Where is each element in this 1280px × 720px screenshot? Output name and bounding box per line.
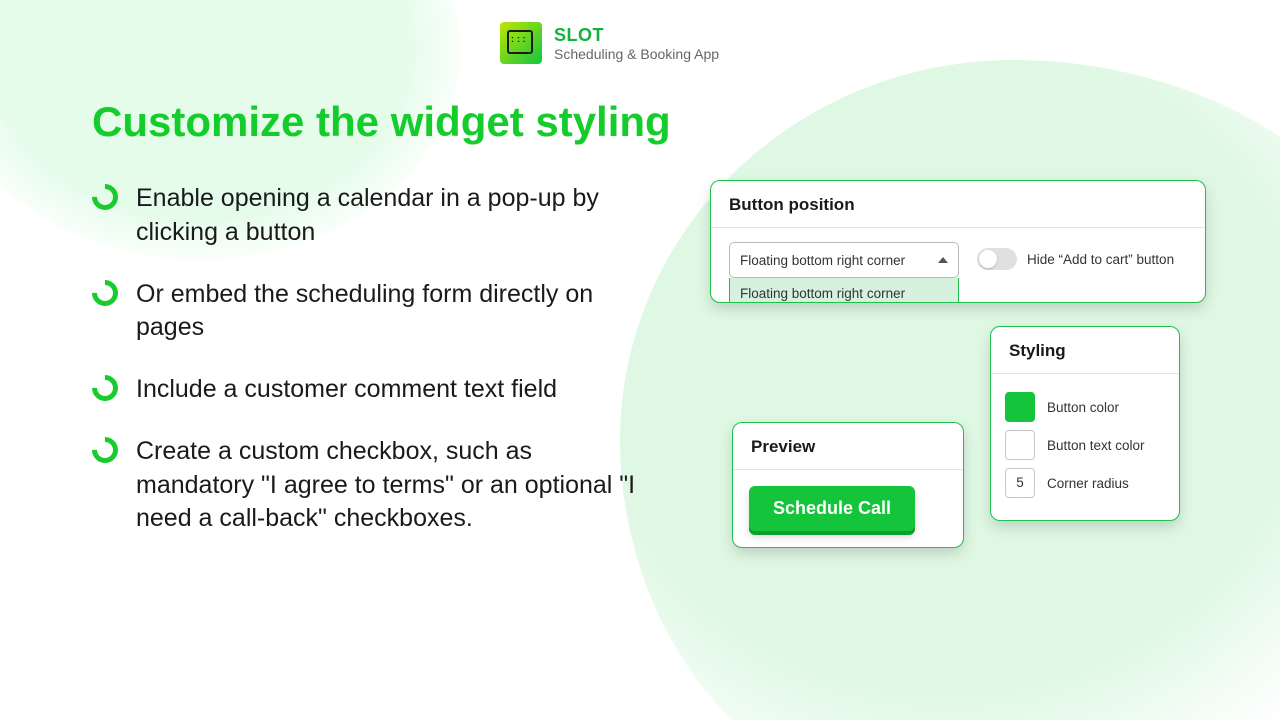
card-styling: Styling Button color Button text color 5…: [990, 326, 1180, 521]
card-preview: Preview Schedule Call: [732, 422, 964, 548]
chevron-up-icon: [938, 257, 948, 263]
select-option[interactable]: Floating bottom right corner: [730, 278, 958, 303]
card-heading: Button position: [711, 181, 1205, 228]
brand-subtitle: Scheduling & Booking App: [554, 46, 719, 62]
select-field[interactable]: Floating bottom right corner: [729, 242, 959, 278]
bullet-ring-icon: [87, 274, 124, 311]
corner-radius-label: Corner radius: [1047, 476, 1129, 491]
toggle-label: Hide “Add to cart” button: [1027, 252, 1174, 267]
card-heading: Preview: [733, 423, 963, 470]
text-color-swatch[interactable]: [1005, 430, 1035, 460]
list-item-text: Include a customer comment text field: [136, 373, 557, 407]
select-value: Floating bottom right corner: [740, 253, 905, 268]
list-item: Enable opening a calendar in a pop-up by…: [92, 182, 647, 250]
text-color-row: Button text color: [1005, 430, 1165, 460]
brand-title: SLOT: [554, 25, 719, 46]
corner-radius-input[interactable]: 5: [1005, 468, 1035, 498]
slot-logo-icon: : : :: [500, 22, 542, 64]
schedule-call-button[interactable]: Schedule Call: [749, 486, 915, 531]
list-item: Include a customer comment text field: [92, 373, 647, 407]
brand-text: SLOT Scheduling & Booking App: [554, 25, 719, 62]
text-color-label: Button text color: [1047, 438, 1145, 453]
bullet-ring-icon: [87, 370, 124, 407]
bullet-ring-icon: [87, 179, 124, 216]
list-item-text: Or embed the scheduling form directly on…: [136, 278, 647, 346]
card-button-position: Button position Floating bottom right co…: [710, 180, 1206, 303]
hide-add-to-cart-row: Hide “Add to cart” button: [977, 242, 1174, 270]
button-color-label: Button color: [1047, 400, 1119, 415]
list-item: Or embed the scheduling form directly on…: [92, 278, 647, 346]
hide-add-to-cart-toggle[interactable]: [977, 248, 1017, 270]
corner-radius-row: 5 Corner radius: [1005, 468, 1165, 498]
button-color-row: Button color: [1005, 392, 1165, 422]
page-title: Customize the widget styling: [92, 98, 671, 146]
list-item-text: Enable opening a calendar in a pop-up by…: [136, 182, 647, 250]
button-color-swatch[interactable]: [1005, 392, 1035, 422]
feature-list: Enable opening a calendar in a pop-up by…: [92, 182, 647, 564]
bullet-ring-icon: [87, 431, 124, 468]
list-item-text: Create a custom checkbox, such as mandat…: [136, 435, 647, 536]
brand: : : : SLOT Scheduling & Booking App: [500, 22, 719, 64]
background-blob-bottom-right: [620, 60, 1280, 720]
card-heading: Styling: [991, 327, 1179, 374]
button-position-select[interactable]: Floating bottom right corner Floating bo…: [729, 242, 959, 278]
list-item: Create a custom checkbox, such as mandat…: [92, 435, 647, 536]
select-dropdown: Floating bottom right corner Next add to…: [729, 278, 959, 303]
